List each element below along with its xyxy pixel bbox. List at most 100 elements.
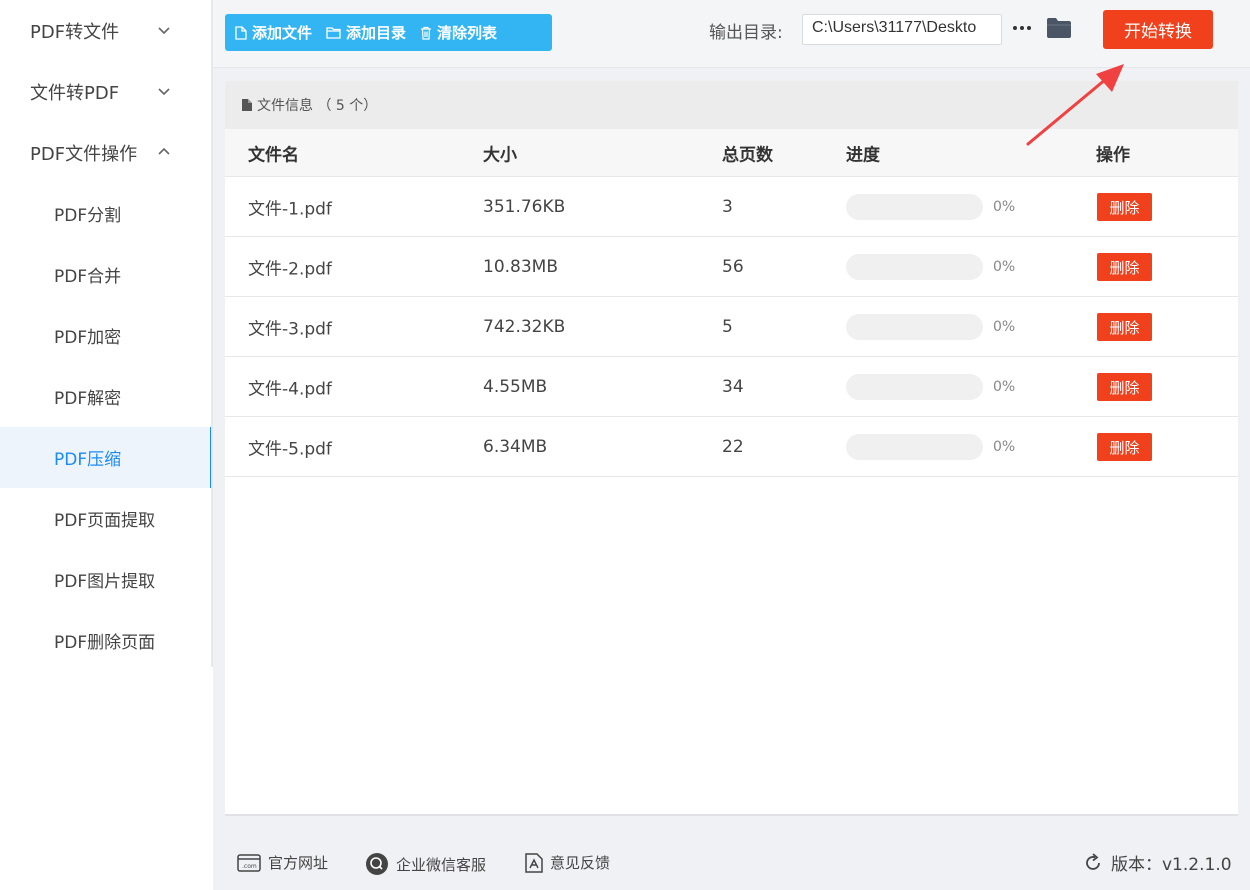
progress-bar — [846, 254, 983, 280]
sidebar-item-pdf-split[interactable]: PDF分割 — [0, 183, 213, 244]
sidebar-item-pdf-encrypt[interactable]: PDF加密 — [0, 305, 213, 366]
file-name: 文件-2.pdf — [248, 259, 332, 279]
official-website-label: 官方网址 — [268, 854, 329, 872]
file-list-panel: 文件信息 （ 5 个） 文件名 大小 总页数 进度 操作 文件-1.pdf 35… — [225, 81, 1238, 816]
table-row: 文件-2.pdf 10.83MB 56 0% 删除 — [225, 237, 1238, 297]
chevron-up-icon — [158, 147, 170, 155]
wechat-service-link[interactable]: 企业微信客服 — [365, 852, 486, 876]
refresh-icon[interactable] — [1083, 852, 1103, 873]
column-header-filename: 文件名 — [248, 145, 299, 165]
progress-bar — [846, 314, 983, 340]
file-info-title: 文件信息 （ 5 个） — [257, 98, 378, 114]
sidebar-item-label: PDF加密 — [54, 328, 122, 348]
file-size: 742.32KB — [483, 316, 566, 337]
page-count: 34 — [722, 376, 744, 397]
chevron-down-icon — [158, 88, 170, 96]
file-name: 文件-3.pdf — [248, 319, 332, 339]
sidebar-group-label: 文件转PDF — [30, 82, 120, 104]
svg-text:.com: .com — [242, 863, 257, 870]
add-directory-button[interactable]: 添加目录 — [326, 22, 406, 43]
delete-button[interactable]: 删除 — [1097, 253, 1152, 281]
document-icon — [242, 99, 252, 111]
table-row: 文件-4.pdf 4.55MB 34 0% 删除 — [225, 357, 1238, 417]
file-size: 10.83MB — [483, 256, 558, 277]
sidebar-item-pdf-delete-pages[interactable]: PDF删除页面 — [0, 610, 213, 671]
progress-bar — [846, 434, 983, 460]
sidebar-item-label: PDF合并 — [54, 267, 122, 287]
sidebar-group-file-to-pdf[interactable]: 文件转PDF — [0, 61, 213, 122]
table-header: 文件名 大小 总页数 进度 操作 — [225, 129, 1238, 177]
table-row: 文件-5.pdf 6.34MB 22 0% 删除 — [225, 417, 1238, 477]
sidebar-item-label: PDF页面提取 — [54, 511, 156, 531]
file-name: 文件-5.pdf — [248, 439, 332, 459]
feedback-icon — [525, 852, 543, 873]
sidebar-item-pdf-compress[interactable]: PDF压缩 — [0, 427, 213, 488]
official-website-link[interactable]: .com 官方网址 — [237, 852, 328, 873]
page-count: 22 — [722, 436, 744, 457]
version-label: 版本：v1.2.1.0 — [1111, 855, 1232, 875]
sidebar-scrollbar[interactable] — [211, 0, 213, 667]
clear-list-label: 清除列表 — [437, 24, 498, 42]
file-name: 文件-4.pdf — [248, 379, 332, 399]
add-file-button[interactable]: 添加文件 — [235, 22, 312, 43]
folder-icon[interactable] — [1046, 17, 1072, 39]
page-count: 5 — [722, 316, 733, 337]
website-icon: .com — [237, 853, 261, 872]
sidebar: PDF转文件 文件转PDF PDF文件操作 PDF分割 PDF合并 PDF加密 … — [0, 0, 213, 890]
table-row: 文件-3.pdf 742.32KB 5 0% 删除 — [225, 297, 1238, 357]
file-icon — [235, 25, 247, 40]
progress-text: 0% — [993, 258, 1016, 275]
toolbar: 添加文件 添加目录 清除列表 输出目录: C:\Users\31177\Desk… — [213, 0, 1250, 68]
wechat-service-label: 企业微信客服 — [396, 855, 487, 874]
more-icon[interactable] — [1011, 17, 1033, 39]
file-size: 4.55MB — [483, 376, 548, 397]
version-info: 版本：v1.2.1.0 — [1083, 850, 1232, 875]
delete-button[interactable]: 删除 — [1097, 433, 1152, 461]
sidebar-item-pdf-merge[interactable]: PDF合并 — [0, 244, 213, 305]
page-count: 3 — [722, 196, 733, 217]
wechat-icon — [366, 853, 388, 875]
table-row: 文件-1.pdf 351.76KB 3 0% 删除 — [225, 177, 1238, 237]
footer: .com 官方网址 企业微信客服 意见反馈 版本：v1.2.1.0 — [213, 833, 1250, 890]
column-header-pages: 总页数 — [722, 145, 773, 165]
trash-icon — [421, 26, 432, 40]
sidebar-item-pdf-page-extract[interactable]: PDF页面提取 — [0, 488, 213, 549]
clear-list-button[interactable]: 清除列表 — [420, 22, 497, 43]
delete-button[interactable]: 删除 — [1097, 313, 1152, 341]
folder-outline-icon — [326, 27, 341, 39]
feedback-label: 意见反馈 — [550, 854, 611, 872]
feedback-link[interactable]: 意见反馈 — [525, 852, 610, 873]
add-file-label: 添加文件 — [252, 24, 313, 42]
file-size: 351.76KB — [483, 196, 566, 217]
sidebar-group-pdf-to-file[interactable]: PDF转文件 — [0, 0, 213, 61]
progress-text: 0% — [993, 438, 1016, 455]
sidebar-group-label: PDF文件操作 — [30, 143, 138, 165]
column-header-size: 大小 — [483, 145, 517, 165]
page-count: 56 — [722, 256, 744, 277]
delete-button[interactable]: 删除 — [1097, 373, 1152, 401]
sidebar-item-label: PDF删除页面 — [54, 633, 156, 653]
progress-text: 0% — [993, 318, 1016, 335]
column-header-action: 操作 — [1096, 145, 1130, 165]
add-directory-label: 添加目录 — [346, 24, 407, 42]
sidebar-item-pdf-decrypt[interactable]: PDF解密 — [0, 366, 213, 427]
chevron-down-icon — [158, 27, 170, 35]
file-info-header: 文件信息 （ 5 个） — [225, 81, 1238, 129]
output-directory-field[interactable]: C:\Users\31177\Deskto — [802, 14, 1002, 45]
progress-bar — [846, 374, 983, 400]
file-name: 文件-1.pdf — [248, 199, 332, 219]
progress-text: 0% — [993, 378, 1016, 395]
sidebar-group-label: PDF转文件 — [30, 21, 120, 43]
delete-button[interactable]: 删除 — [1097, 193, 1152, 221]
sidebar-item-label: PDF图片提取 — [54, 572, 156, 592]
file-button-group: 添加文件 添加目录 清除列表 — [225, 14, 552, 51]
sidebar-item-label: PDF分割 — [54, 206, 122, 226]
file-size: 6.34MB — [483, 436, 548, 457]
start-convert-button[interactable]: 开始转换 — [1103, 10, 1213, 49]
sidebar-item-label: PDF解密 — [54, 389, 122, 409]
sidebar-item-label: PDF压缩 — [54, 450, 122, 470]
progress-bar — [846, 194, 983, 220]
output-directory-label: 输出目录: — [709, 23, 783, 43]
sidebar-item-pdf-image-extract[interactable]: PDF图片提取 — [0, 549, 213, 610]
sidebar-group-pdf-operations[interactable]: PDF文件操作 — [0, 122, 213, 183]
